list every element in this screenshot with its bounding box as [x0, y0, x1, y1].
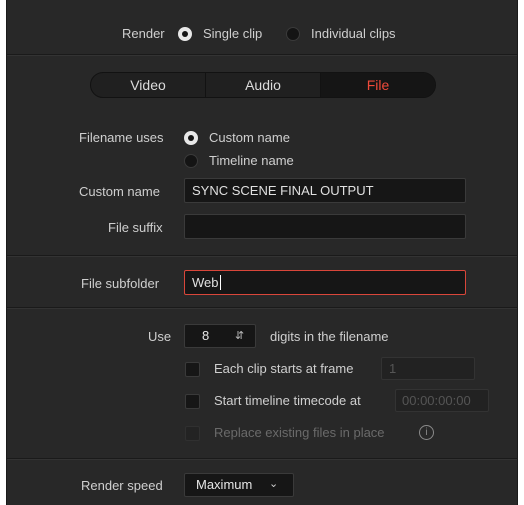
- digits-value: 8: [202, 328, 210, 343]
- file-suffix-field[interactable]: [184, 214, 466, 239]
- render-speed-label: Render speed: [81, 478, 163, 493]
- replace-existing-checkbox[interactable]: [185, 426, 200, 441]
- render-settings-panel: Render Single clip Individual clips Vide…: [6, 0, 518, 505]
- custom-name-option-label[interactable]: Custom name: [209, 130, 290, 145]
- custom-name-radio[interactable]: [184, 131, 198, 145]
- render-speed-dropdown[interactable]: Maximum ⌄: [184, 473, 294, 497]
- text-cursor: [219, 275, 221, 290]
- timeline-name-option-label[interactable]: Timeline name: [209, 153, 294, 168]
- replace-existing-label: Replace existing files in place: [214, 425, 385, 440]
- tab-file[interactable]: File: [321, 73, 435, 97]
- divider: [7, 255, 517, 257]
- timeline-name-radio[interactable]: [184, 154, 198, 168]
- file-subfolder-label: File subfolder: [81, 276, 160, 291]
- tab-video[interactable]: Video: [91, 73, 206, 97]
- custom-name-label: Custom name: [79, 184, 160, 199]
- digits-stepper[interactable]: 8 ⇵: [184, 324, 256, 348]
- file-subfolder-value: Web: [192, 275, 219, 290]
- start-timecode-label[interactable]: Start timeline timecode at: [214, 393, 361, 408]
- file-subfolder-field[interactable]: Web: [184, 270, 466, 295]
- custom-name-field[interactable]: SYNC SCENE FINAL OUTPUT: [184, 178, 466, 203]
- tab-audio[interactable]: Audio: [206, 73, 321, 97]
- render-label: Render: [122, 26, 165, 41]
- individual-clips-label[interactable]: Individual clips: [311, 26, 396, 41]
- divider: [7, 307, 517, 309]
- start-timecode-checkbox[interactable]: [185, 394, 200, 409]
- individual-clips-radio[interactable]: [286, 27, 300, 41]
- render-speed-value: Maximum: [196, 477, 253, 492]
- file-suffix-label: File suffix: [108, 220, 163, 235]
- tab-bar: Video Audio File: [90, 72, 436, 98]
- each-clip-checkbox[interactable]: [185, 362, 200, 377]
- start-frame-field[interactable]: 1: [381, 357, 475, 380]
- digits-suffix-label: digits in the filename: [270, 329, 389, 344]
- filename-uses-label: Filename uses: [79, 130, 164, 145]
- each-clip-label[interactable]: Each clip starts at frame: [214, 361, 353, 376]
- single-clip-label[interactable]: Single clip: [203, 26, 262, 41]
- info-icon[interactable]: i: [419, 425, 434, 440]
- chevron-down-icon: ⌄: [269, 478, 279, 490]
- start-timecode-field[interactable]: 00:00:00:00: [395, 389, 489, 412]
- single-clip-radio[interactable]: [178, 27, 192, 41]
- use-label: Use: [148, 329, 172, 344]
- divider: [7, 458, 517, 460]
- up-down-chevron-icon: ⇵: [235, 330, 245, 342]
- divider: [7, 54, 517, 56]
